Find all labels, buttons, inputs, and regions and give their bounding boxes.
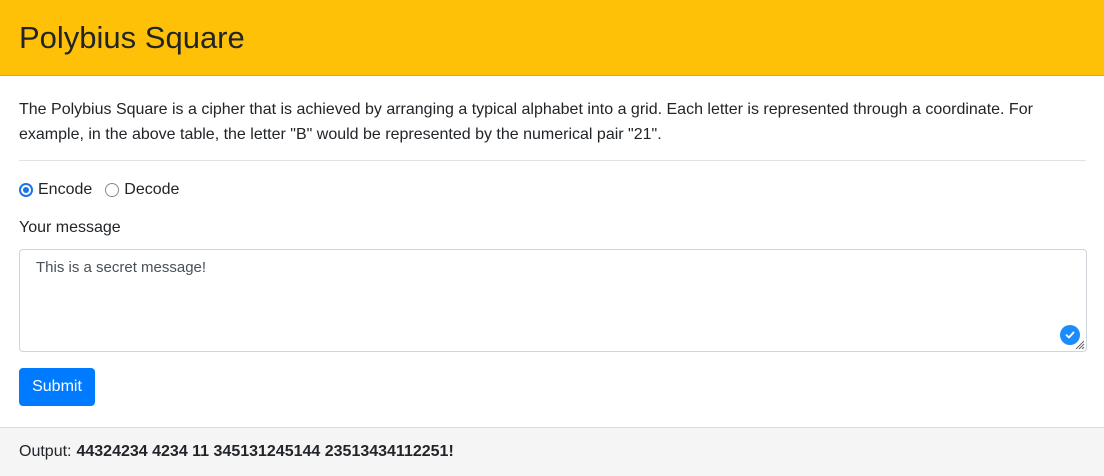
output-label: Output:: [19, 443, 72, 460]
radio-checked-icon[interactable]: [19, 183, 33, 197]
resize-handle-icon[interactable]: [1073, 338, 1085, 350]
encode-radio-label[interactable]: Encode: [38, 181, 92, 199]
decode-radio-label[interactable]: Decode: [124, 181, 179, 199]
submit-button[interactable]: Submit: [19, 368, 95, 406]
intro-text: The Polybius Square is a cipher that is …: [19, 101, 1033, 143]
encode-radio[interactable]: Encode: [19, 181, 92, 199]
radio-unchecked-icon[interactable]: [105, 183, 120, 197]
output-value: 44324234 4234 11 345131245144 2351343411…: [76, 443, 454, 460]
message-label: Your message: [19, 219, 121, 236]
message-textarea[interactable]: [20, 250, 1086, 351]
main-content: The Polybius Square is a cipher that is …: [0, 97, 1104, 406]
message-field-wrapper: [19, 249, 1087, 352]
decode-radio[interactable]: Decode: [105, 181, 179, 199]
page-header: Polybius Square: [0, 0, 1104, 76]
divider: [19, 160, 1086, 161]
mode-radio-group: Encode Decode: [19, 179, 1086, 201]
page-title: Polybius Square: [19, 19, 245, 55]
output-bar: Output: 44324234 4234 11 345131245144 23…: [0, 427, 1104, 476]
